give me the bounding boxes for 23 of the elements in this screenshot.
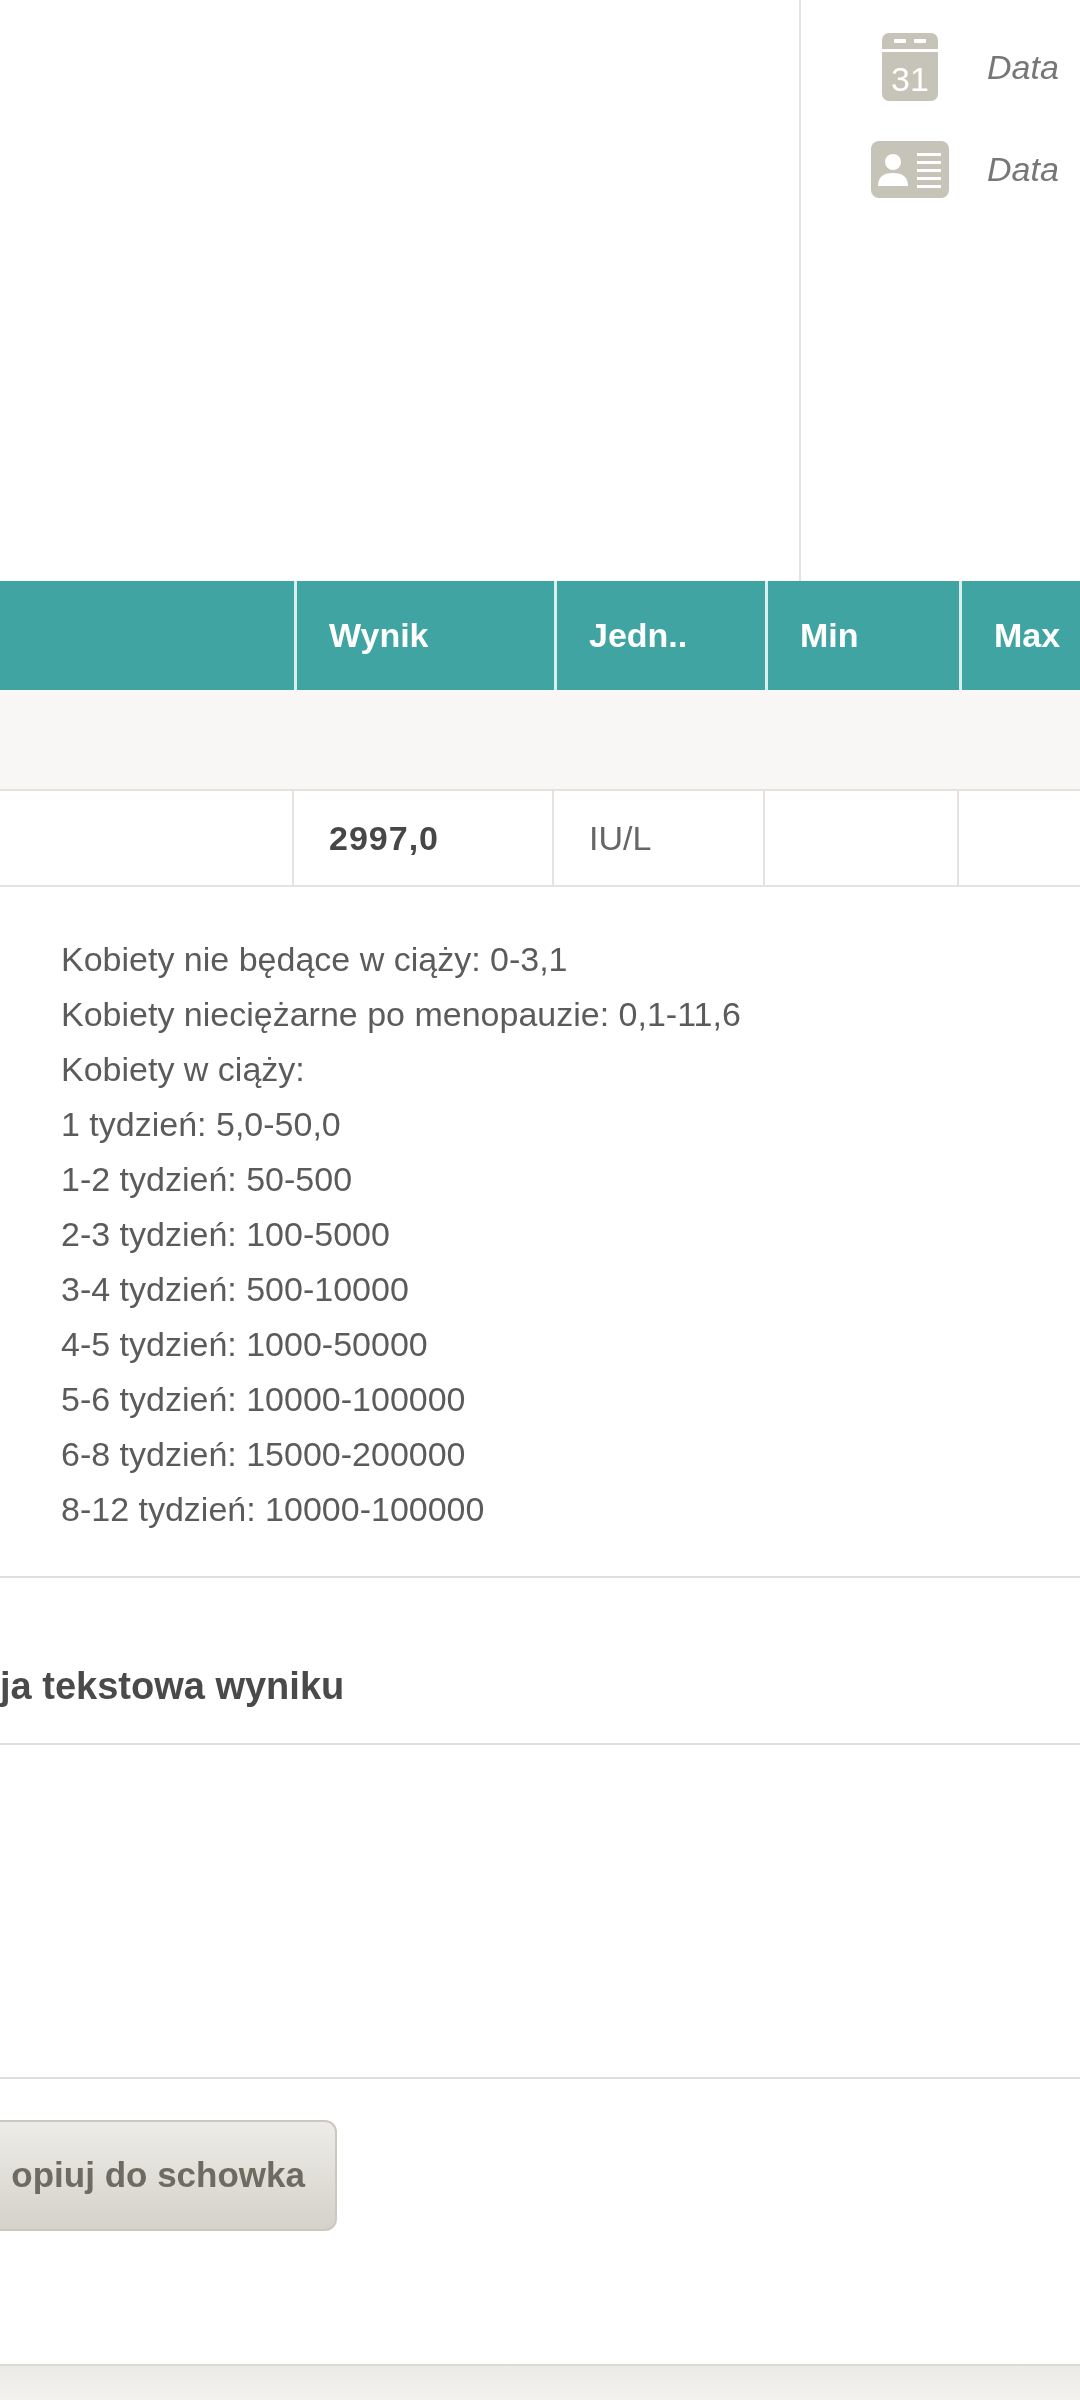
reference-range-line: 5-6 tydzień: 10000-100000	[61, 1379, 466, 1420]
column-header: Jedn..	[554, 581, 765, 690]
column-header: Wynik	[294, 581, 554, 690]
reference-range-line: Kobiety nieciężarne po menopauzie: 0,1-11,6	[61, 994, 741, 1035]
reference-range-line: 1 tydzień: 5,0-50,0	[61, 1104, 341, 1145]
column-header: Max	[959, 581, 1080, 690]
copy-to-clipboard-button[interactable]: opiuj do schowka	[0, 2120, 337, 2231]
reference-range-line: 2-3 tydzień: 100-5000	[61, 1214, 390, 1255]
reference-range-line: 6-8 tydzień: 15000-200000	[61, 1434, 466, 1475]
info-label: Data	[987, 148, 1059, 190]
reference-range-line: Kobiety w ciąży:	[61, 1049, 305, 1090]
reference-range-line: 8-12 tydzień: 10000-100000	[61, 1489, 485, 1530]
reference-range-line: 1-2 tydzień: 50-500	[61, 1159, 353, 1200]
reference-range-line: 4-5 tydzień: 1000-50000	[61, 1324, 428, 1365]
id-card-icon	[871, 140, 949, 198]
reference-range-line: Kobiety nie będące w ciąży: 0-3,1	[61, 939, 568, 980]
result-value: 2997,0	[329, 817, 439, 859]
section-heading: ja tekstowa wyniku	[0, 1665, 345, 1707]
column-header: Min	[765, 581, 959, 690]
calendar-icon: 31	[882, 33, 938, 101]
info-label: Data	[987, 46, 1059, 88]
reference-range-line: 3-4 tydzień: 500-10000	[61, 1269, 409, 1310]
result-unit: IU/L	[589, 817, 652, 859]
